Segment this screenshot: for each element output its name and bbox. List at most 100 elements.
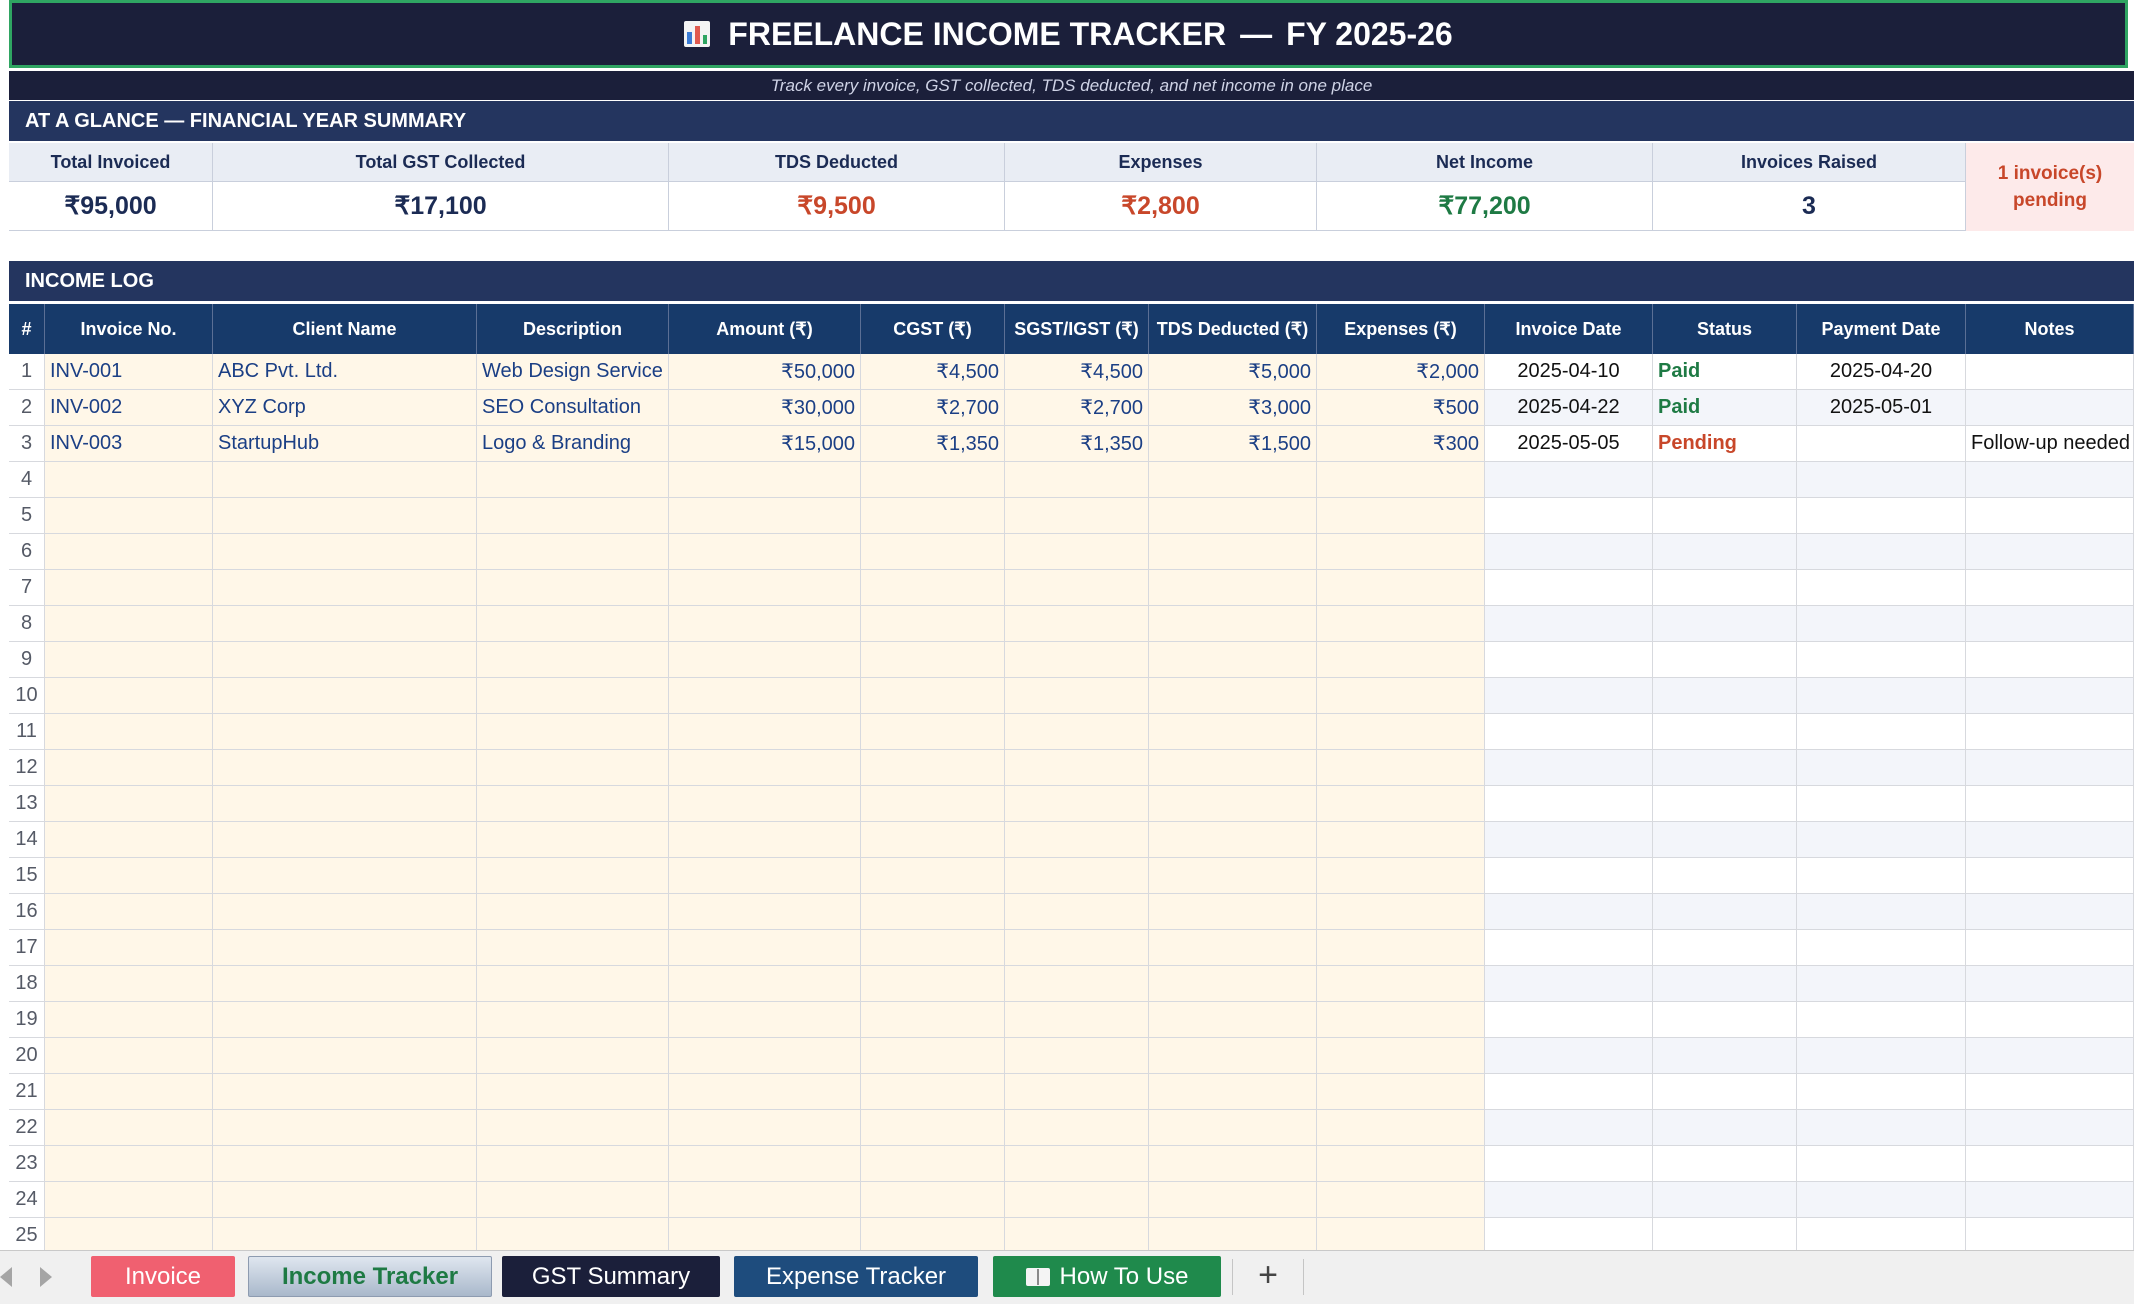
cell-expenses[interactable]	[1317, 1146, 1485, 1182]
cell-tds-deducted[interactable]	[1149, 1074, 1317, 1110]
col-header-description[interactable]: Description	[477, 304, 669, 354]
cell-tds-deducted[interactable]	[1149, 498, 1317, 534]
summary-value-total-gst[interactable]: ₹17,100	[213, 182, 669, 231]
cell-description[interactable]: Web Design Service	[477, 354, 669, 390]
col-header-amount[interactable]: Amount (₹)	[669, 304, 861, 354]
tab-expense-tracker[interactable]: Expense Tracker	[734, 1256, 978, 1297]
cell-client-name[interactable]	[213, 606, 477, 642]
cell-client-name[interactable]	[213, 1182, 477, 1218]
summary-value-net-income[interactable]: ₹77,200	[1317, 182, 1653, 231]
cell-notes[interactable]	[1966, 930, 2134, 966]
cell-expenses[interactable]	[1317, 1182, 1485, 1218]
cell-payment-date[interactable]	[1797, 498, 1966, 534]
cell-amount[interactable]	[669, 606, 861, 642]
row-number[interactable]: 8	[9, 606, 45, 642]
cell-invoice-no[interactable]	[45, 498, 213, 534]
cell-invoice-no[interactable]: INV-002	[45, 390, 213, 426]
cell-amount[interactable]	[669, 750, 861, 786]
cell-invoice-no[interactable]: INV-003	[45, 426, 213, 462]
cell-invoice-date[interactable]	[1485, 858, 1653, 894]
cell-expenses[interactable]	[1317, 534, 1485, 570]
cell-expenses[interactable]: ₹2,000	[1317, 354, 1485, 390]
cell-expenses[interactable]	[1317, 1110, 1485, 1146]
cell-tds-deducted[interactable]	[1149, 1110, 1317, 1146]
cell-client-name[interactable]: StartupHub	[213, 426, 477, 462]
col-header-sgst-igst[interactable]: SGST/IGST (₹)	[1005, 304, 1149, 354]
cell-amount[interactable]	[669, 714, 861, 750]
cell-invoice-no[interactable]	[45, 750, 213, 786]
cell-sgst-igst[interactable]	[1005, 1110, 1149, 1146]
cell-invoice-no[interactable]	[45, 678, 213, 714]
cell-amount[interactable]	[669, 894, 861, 930]
col-header-payment-date[interactable]: Payment Date	[1797, 304, 1966, 354]
cell-amount[interactable]	[669, 462, 861, 498]
cell-amount[interactable]: ₹50,000	[669, 354, 861, 390]
cell-amount[interactable]	[669, 1074, 861, 1110]
row-number[interactable]: 17	[9, 930, 45, 966]
cell-invoice-date[interactable]	[1485, 1218, 1653, 1254]
cell-sgst-igst[interactable]: ₹2,700	[1005, 390, 1149, 426]
cell-amount[interactable]	[669, 498, 861, 534]
cell-expenses[interactable]	[1317, 570, 1485, 606]
cell-tds-deducted[interactable]	[1149, 606, 1317, 642]
cell-amount[interactable]	[669, 822, 861, 858]
cell-invoice-date[interactable]	[1485, 606, 1653, 642]
cell-payment-date[interactable]	[1797, 642, 1966, 678]
cell-sgst-igst[interactable]	[1005, 642, 1149, 678]
cell-cgst[interactable]	[861, 966, 1005, 1002]
cell-status[interactable]	[1653, 930, 1797, 966]
cell-expenses[interactable]: ₹500	[1317, 390, 1485, 426]
col-header-number[interactable]: #	[9, 304, 45, 354]
cell-client-name[interactable]	[213, 1110, 477, 1146]
cell-status[interactable]	[1653, 1110, 1797, 1146]
cell-tds-deducted[interactable]	[1149, 462, 1317, 498]
row-number[interactable]: 5	[9, 498, 45, 534]
cell-notes[interactable]	[1966, 1146, 2134, 1182]
cell-description[interactable]	[477, 1074, 669, 1110]
cell-expenses[interactable]	[1317, 786, 1485, 822]
cell-invoice-no[interactable]	[45, 714, 213, 750]
cell-invoice-date[interactable]	[1485, 750, 1653, 786]
cell-invoice-no[interactable]	[45, 1182, 213, 1218]
row-number[interactable]: 23	[9, 1146, 45, 1182]
col-header-expenses[interactable]: Expenses (₹)	[1317, 304, 1485, 354]
cell-description[interactable]	[477, 750, 669, 786]
row-number[interactable]: 25	[9, 1218, 45, 1254]
cell-invoice-date[interactable]	[1485, 966, 1653, 1002]
cell-invoice-no[interactable]	[45, 1002, 213, 1038]
cell-cgst[interactable]	[861, 1182, 1005, 1218]
row-number[interactable]: 13	[9, 786, 45, 822]
col-header-status[interactable]: Status	[1653, 304, 1797, 354]
cell-description[interactable]	[477, 1146, 669, 1182]
cell-payment-date[interactable]	[1797, 714, 1966, 750]
cell-tds-deducted[interactable]	[1149, 966, 1317, 1002]
tab-invoice[interactable]: Invoice	[91, 1256, 235, 1297]
cell-expenses[interactable]	[1317, 606, 1485, 642]
row-number[interactable]: 3	[9, 426, 45, 462]
cell-payment-date[interactable]	[1797, 1218, 1966, 1254]
cell-tds-deducted[interactable]	[1149, 642, 1317, 678]
cell-invoice-date[interactable]	[1485, 714, 1653, 750]
cell-cgst[interactable]	[861, 1218, 1005, 1254]
cell-payment-date[interactable]: 2025-04-20	[1797, 354, 1966, 390]
cell-notes[interactable]	[1966, 966, 2134, 1002]
cell-cgst[interactable]	[861, 498, 1005, 534]
tab-gst-summary[interactable]: GST Summary	[502, 1256, 720, 1297]
cell-invoice-no[interactable]	[45, 822, 213, 858]
cell-invoice-no[interactable]	[45, 1218, 213, 1254]
cell-notes[interactable]	[1966, 534, 2134, 570]
cell-invoice-date[interactable]	[1485, 822, 1653, 858]
cell-notes[interactable]	[1966, 570, 2134, 606]
cell-notes[interactable]	[1966, 1110, 2134, 1146]
cell-notes[interactable]	[1966, 354, 2134, 390]
cell-status[interactable]	[1653, 966, 1797, 1002]
cell-description[interactable]	[477, 606, 669, 642]
cell-tds-deducted[interactable]: ₹5,000	[1149, 354, 1317, 390]
cell-expenses[interactable]	[1317, 714, 1485, 750]
cell-invoice-date[interactable]	[1485, 534, 1653, 570]
cell-cgst[interactable]	[861, 606, 1005, 642]
cell-invoice-no[interactable]: INV-001	[45, 354, 213, 390]
cell-sgst-igst[interactable]	[1005, 966, 1149, 1002]
cell-payment-date[interactable]	[1797, 822, 1966, 858]
cell-invoice-date[interactable]	[1485, 498, 1653, 534]
